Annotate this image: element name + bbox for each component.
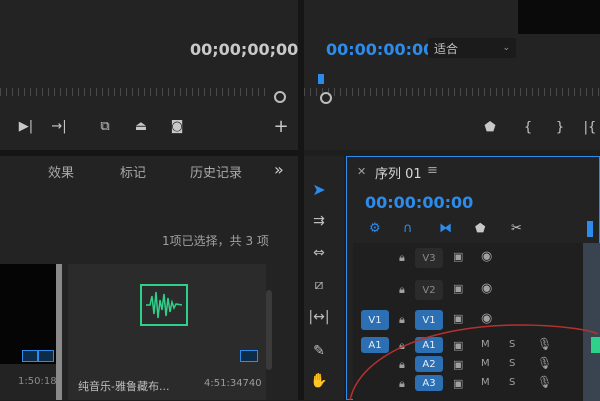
overwrite-icon[interactable]: ⧉: [92, 115, 118, 137]
lock-icon[interactable]: 🔒︎: [399, 283, 405, 297]
project-scrollbar[interactable]: [266, 290, 272, 370]
source-time-ruler[interactable]: [0, 88, 270, 96]
eye-icon[interactable]: ◉: [481, 281, 492, 296]
track-label-v3[interactable]: V3: [415, 248, 443, 268]
pen-tool-icon[interactable]: ✎: [308, 340, 330, 362]
program-time-ruler[interactable]: [304, 88, 600, 96]
tab-markers[interactable]: 标记: [120, 162, 146, 181]
fit-dropdown-label: 适合: [434, 41, 459, 56]
video-badge-icon: [22, 350, 38, 362]
project-item-duration: 4:51:34740: [204, 378, 262, 389]
timeline-timecode[interactable]: 00:00:00:00: [365, 193, 473, 212]
playhead-icon[interactable]: [318, 74, 324, 84]
eye-icon[interactable]: ◉: [481, 249, 492, 264]
program-zoom-handle[interactable]: [320, 92, 332, 104]
program-video-preview: [518, 0, 600, 34]
audio-badge-icon: [38, 350, 54, 362]
tab-overflow-icon[interactable]: »: [274, 160, 284, 179]
program-timecode[interactable]: 00:00:00:00: [326, 40, 434, 59]
selection-info: 1项已选择，共 3 项: [162, 234, 269, 248]
hand-tool-icon[interactable]: ✋: [308, 370, 330, 392]
tools-panel: ➤ ⇉ ⇔ ⧄ |↔| ✎ ✋: [304, 156, 344, 400]
panel-menu-icon[interactable]: ≡: [427, 163, 438, 178]
ripple-edit-tool-icon[interactable]: ⇔: [308, 242, 330, 264]
marker-icon[interactable]: ⬟: [480, 118, 500, 136]
track-select-tool-icon[interactable]: ⇉: [308, 210, 330, 232]
source-controls: ▶︎| →| ⧉ ⏏ ◙ +: [0, 115, 298, 139]
add-button-icon[interactable]: +: [270, 115, 292, 137]
project-item-audio[interactable]: 纯音乐-雅鲁藏布... 4:51:34740: [68, 264, 266, 400]
snap-icon[interactable]: ∩: [403, 221, 413, 236]
go-to-in-icon[interactable]: |{: [580, 118, 600, 136]
lock-icon[interactable]: 🔒︎: [399, 251, 405, 265]
timeline-playhead-icon[interactable]: [587, 221, 593, 237]
selection-tool-icon[interactable]: ➤: [308, 178, 330, 200]
add-marker-icon[interactable]: ⬟: [475, 221, 485, 235]
sync-lock-icon[interactable]: ▣: [453, 250, 463, 263]
linked-selection-icon[interactable]: ⧓: [439, 221, 452, 236]
video-thumbnail: [0, 264, 56, 364]
source-monitor: 00;00;00;00 ▶︎| →| ⧉ ⏏ ◙ +: [0, 0, 298, 150]
project-item-video[interactable]: 1:50:18: [0, 264, 62, 400]
sync-lock-icon[interactable]: ▣: [453, 282, 463, 295]
program-monitor: 00:00:00:00 适合 ⌄ ⬟ { } |{: [304, 0, 600, 150]
wrench-icon[interactable]: ✂: [511, 221, 522, 236]
tab-effects[interactable]: 效果: [48, 162, 74, 181]
mark-out-icon[interactable]: }: [550, 118, 570, 136]
export-frame-lift-icon[interactable]: ⏏: [128, 115, 154, 137]
camera-icon[interactable]: ◙: [166, 115, 188, 137]
project-item-duration: 1:50:18: [18, 376, 57, 387]
slip-tool-icon[interactable]: |↔|: [308, 306, 330, 328]
project-tabs: 效果 标记 历史记录 »: [0, 156, 298, 186]
timeline-toolbar: ⚙ ∩ ⧓ ⬟ ✂: [365, 221, 525, 241]
audio-waveform-icon: [140, 284, 188, 326]
razor-tool-icon[interactable]: ⧄: [308, 274, 330, 296]
item-selected-border: [56, 264, 62, 400]
track-row-v3: 🔒︎ V3 ▣ ◉: [353, 245, 583, 271]
source-zoom-handle[interactable]: [274, 91, 286, 103]
fit-dropdown[interactable]: 适合 ⌄: [428, 38, 516, 58]
close-icon[interactable]: ✕: [357, 165, 366, 178]
source-timecode[interactable]: 00;00;00;00: [190, 40, 298, 59]
audio-item-badge-icon: [240, 350, 258, 362]
sequence-title[interactable]: 序列 01: [375, 163, 422, 182]
nest-toggle-icon[interactable]: ⚙: [369, 221, 381, 236]
project-panel: 效果 标记 历史记录 » 1项已选择，共 3 项 1:50:18 纯音乐-雅鲁藏…: [0, 156, 298, 400]
insert-icon[interactable]: →|: [48, 115, 70, 137]
play-in-to-out-icon[interactable]: ▶︎|: [15, 115, 37, 137]
chevron-down-icon: ⌄: [502, 43, 510, 53]
tab-history[interactable]: 历史记录: [190, 162, 242, 181]
annotation-red-curve: [349, 324, 599, 400]
mark-in-icon[interactable]: {: [518, 118, 538, 136]
project-item-name: 纯音乐-雅鲁藏布...: [78, 380, 170, 393]
track-label-v2[interactable]: V2: [415, 280, 443, 300]
